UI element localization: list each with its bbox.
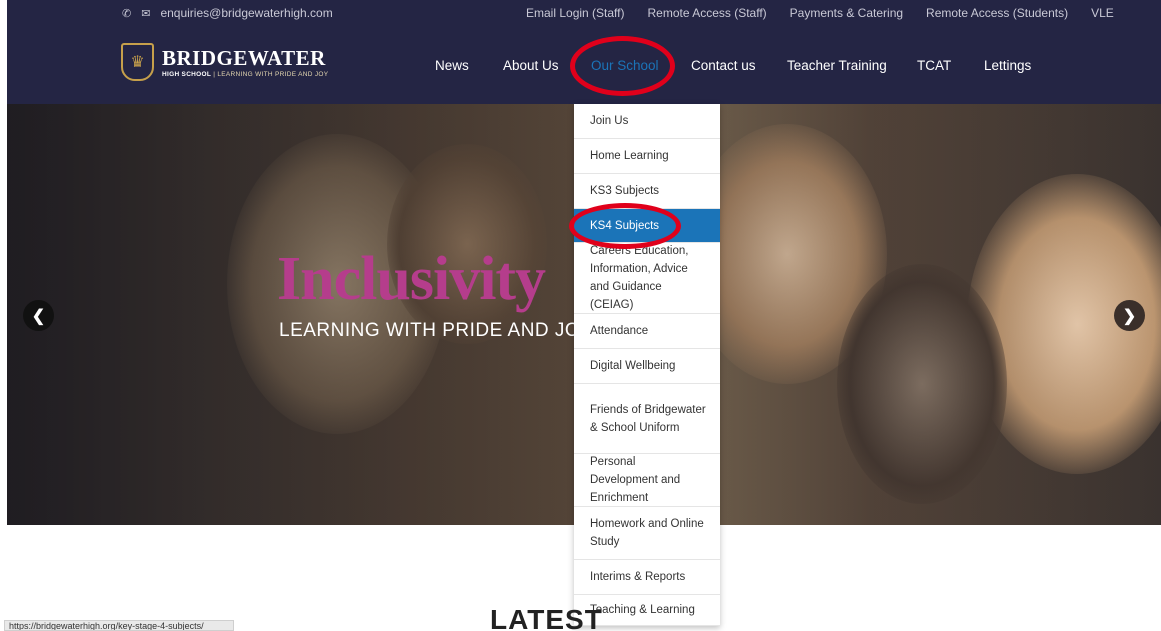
utility-links: Email Login (Staff) Remote Access (Staff…: [526, 6, 1137, 20]
contact-email-link[interactable]: enquiries@bridgewaterhigh.com: [160, 6, 332, 20]
envelope-icon: ✉: [141, 7, 151, 20]
dropdown-item-homework-online[interactable]: Homework and Online Study: [574, 507, 720, 560]
logo-tag-motto: | LEARNING WITH PRIDE AND JOY: [211, 70, 329, 78]
payments-catering-link[interactable]: Payments & Catering: [790, 6, 903, 20]
hero-subtitle: LEARNING WITH PRIDE AND JOY: [279, 320, 594, 341]
remote-access-staff-link[interactable]: Remote Access (Staff): [648, 6, 767, 20]
hero-title: Inclusivity: [277, 245, 546, 313]
school-crest-icon: ♛: [121, 43, 154, 81]
logo-text: BRIDGEWATER HIGH SCHOOL | LEARNING WITH …: [162, 47, 328, 78]
dropdown-item-home-learning[interactable]: Home Learning: [574, 139, 720, 174]
dropdown-item-personal-development[interactable]: Personal Development and Enrichment: [574, 454, 720, 507]
nav-tcat[interactable]: TCAT: [917, 58, 951, 73]
top-utility-bar: ✆ ✉ enquiries@bridgewaterhigh.com Email …: [7, 0, 1161, 26]
nav-lettings[interactable]: Lettings: [984, 58, 1031, 73]
our-school-dropdown: Join Us Home Learning KS3 Subjects KS4 S…: [574, 104, 720, 626]
nav-news[interactable]: News: [435, 58, 469, 73]
dropdown-item-interims-reports[interactable]: Interims & Reports: [574, 560, 720, 595]
highlight-circle-ks4: [569, 203, 681, 249]
vle-link[interactable]: VLE: [1091, 6, 1114, 20]
dropdown-item-ks3-subjects[interactable]: KS3 Subjects: [574, 174, 720, 209]
contact-info: ✆ ✉ enquiries@bridgewaterhigh.com: [122, 6, 333, 20]
dropdown-item-attendance[interactable]: Attendance: [574, 314, 720, 349]
chevron-left-icon[interactable]: ❮: [23, 300, 54, 331]
logo-name: BRIDGEWATER: [162, 45, 326, 70]
dropdown-item-friends-uniform[interactable]: Friends of Bridgewater & School Uniform: [574, 384, 720, 454]
highlight-circle-our-school: [570, 36, 675, 96]
logo-tagline: HIGH SCHOOL | LEARNING WITH PRIDE AND JO…: [162, 71, 328, 78]
email-login-staff-link[interactable]: Email Login (Staff): [526, 6, 625, 20]
dropdown-item-careers-ceiag[interactable]: Careers Education, Information, Advice a…: [574, 243, 720, 314]
remote-access-students-link[interactable]: Remote Access (Students): [926, 6, 1068, 20]
nav-about-us[interactable]: About Us: [503, 58, 559, 73]
phone-icon: ✆: [122, 7, 132, 20]
nav-teacher-training[interactable]: Teacher Training: [787, 58, 887, 73]
latest-section-heading: LATEST: [490, 604, 603, 631]
nav-contact-us[interactable]: Contact us: [691, 58, 756, 73]
logo-tag-school: HIGH SCHOOL: [162, 70, 212, 78]
dropdown-item-digital-wellbeing[interactable]: Digital Wellbeing: [574, 349, 720, 384]
browser-status-url: https://bridgewaterhigh.org/key-stage-4-…: [4, 620, 234, 631]
chevron-right-icon[interactable]: ❯: [1114, 300, 1145, 331]
site-logo[interactable]: ♛ BRIDGEWATER HIGH SCHOOL | LEARNING WIT…: [121, 43, 328, 81]
dropdown-item-join-us[interactable]: Join Us: [574, 104, 720, 139]
